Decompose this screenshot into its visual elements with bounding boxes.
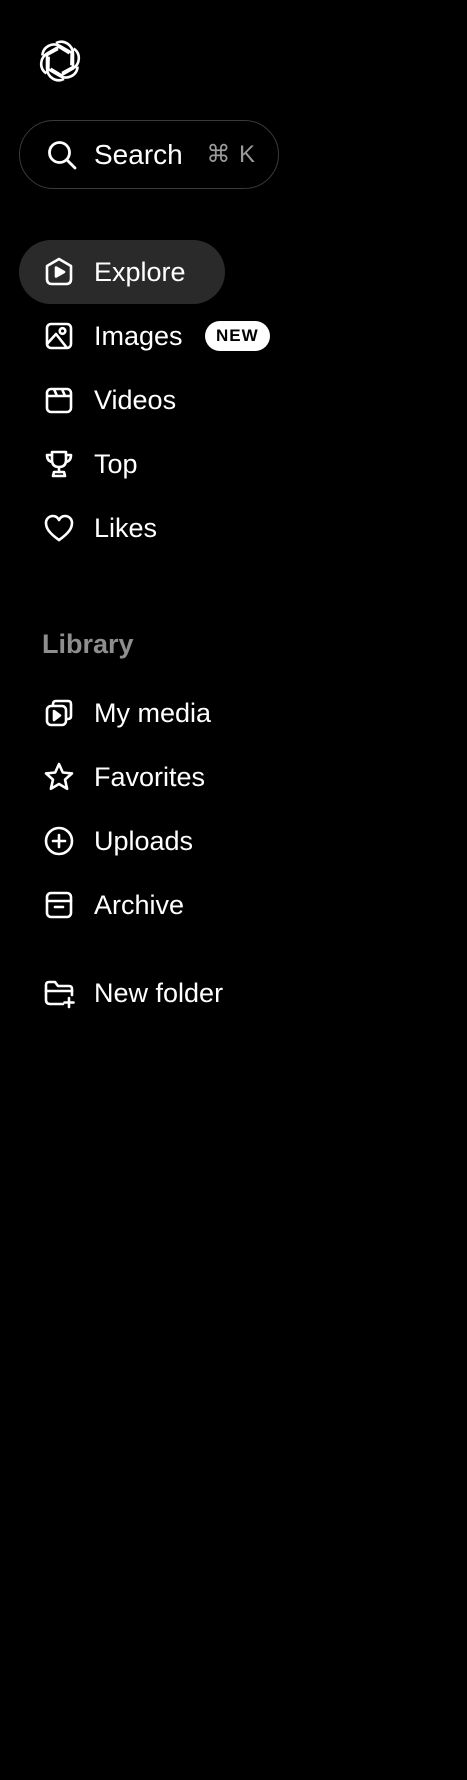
library-label-archive: Archive bbox=[94, 890, 185, 920]
folder-plus-icon bbox=[43, 977, 75, 1009]
library-item-archive[interactable]: Archive bbox=[19, 873, 225, 937]
star-icon bbox=[43, 761, 75, 793]
library-label-uploads: Uploads bbox=[94, 826, 194, 856]
search-shortcut: ⌘ K bbox=[206, 141, 256, 168]
library-label-favorites: Favorites bbox=[94, 762, 206, 792]
explore-icon bbox=[43, 256, 75, 288]
library-item-favorites[interactable]: Favorites bbox=[19, 745, 225, 809]
media-icon bbox=[43, 697, 75, 729]
library-section-title: Library bbox=[42, 629, 134, 659]
nav-item-top[interactable]: Top bbox=[19, 432, 225, 496]
nav-item-likes[interactable]: Likes bbox=[19, 496, 225, 560]
search-button[interactable]: Search ⌘ K bbox=[19, 120, 279, 189]
nav-label-videos: Videos bbox=[94, 385, 177, 415]
nav-label-likes: Likes bbox=[94, 513, 158, 543]
nav-label-explore: Explore bbox=[94, 257, 186, 287]
new-folder-label: New folder bbox=[94, 978, 224, 1008]
nav-item-explore[interactable]: Explore bbox=[19, 240, 225, 304]
nav-item-images[interactable]: Images NEW bbox=[19, 304, 289, 368]
new-badge: NEW bbox=[205, 321, 270, 351]
image-icon bbox=[43, 320, 75, 352]
plus-circle-icon bbox=[43, 825, 75, 857]
sidebar: Search ⌘ K Explore Images NEW Videos Top… bbox=[0, 0, 467, 1780]
archive-icon bbox=[43, 889, 75, 921]
trophy-icon bbox=[43, 448, 75, 480]
heart-icon bbox=[43, 512, 75, 544]
nav-label-images: Images bbox=[94, 321, 183, 351]
nav-item-videos[interactable]: Videos bbox=[19, 368, 225, 432]
search-label: Search bbox=[94, 139, 183, 170]
new-folder-button[interactable]: New folder bbox=[19, 961, 259, 1025]
video-icon bbox=[43, 384, 75, 416]
library-label-my-media: My media bbox=[94, 698, 212, 728]
search-icon bbox=[46, 139, 78, 171]
openai-logo-icon[interactable] bbox=[37, 38, 83, 84]
library-item-my-media[interactable]: My media bbox=[19, 681, 225, 745]
library-item-uploads[interactable]: Uploads bbox=[19, 809, 225, 873]
nav-label-top: Top bbox=[94, 449, 138, 479]
